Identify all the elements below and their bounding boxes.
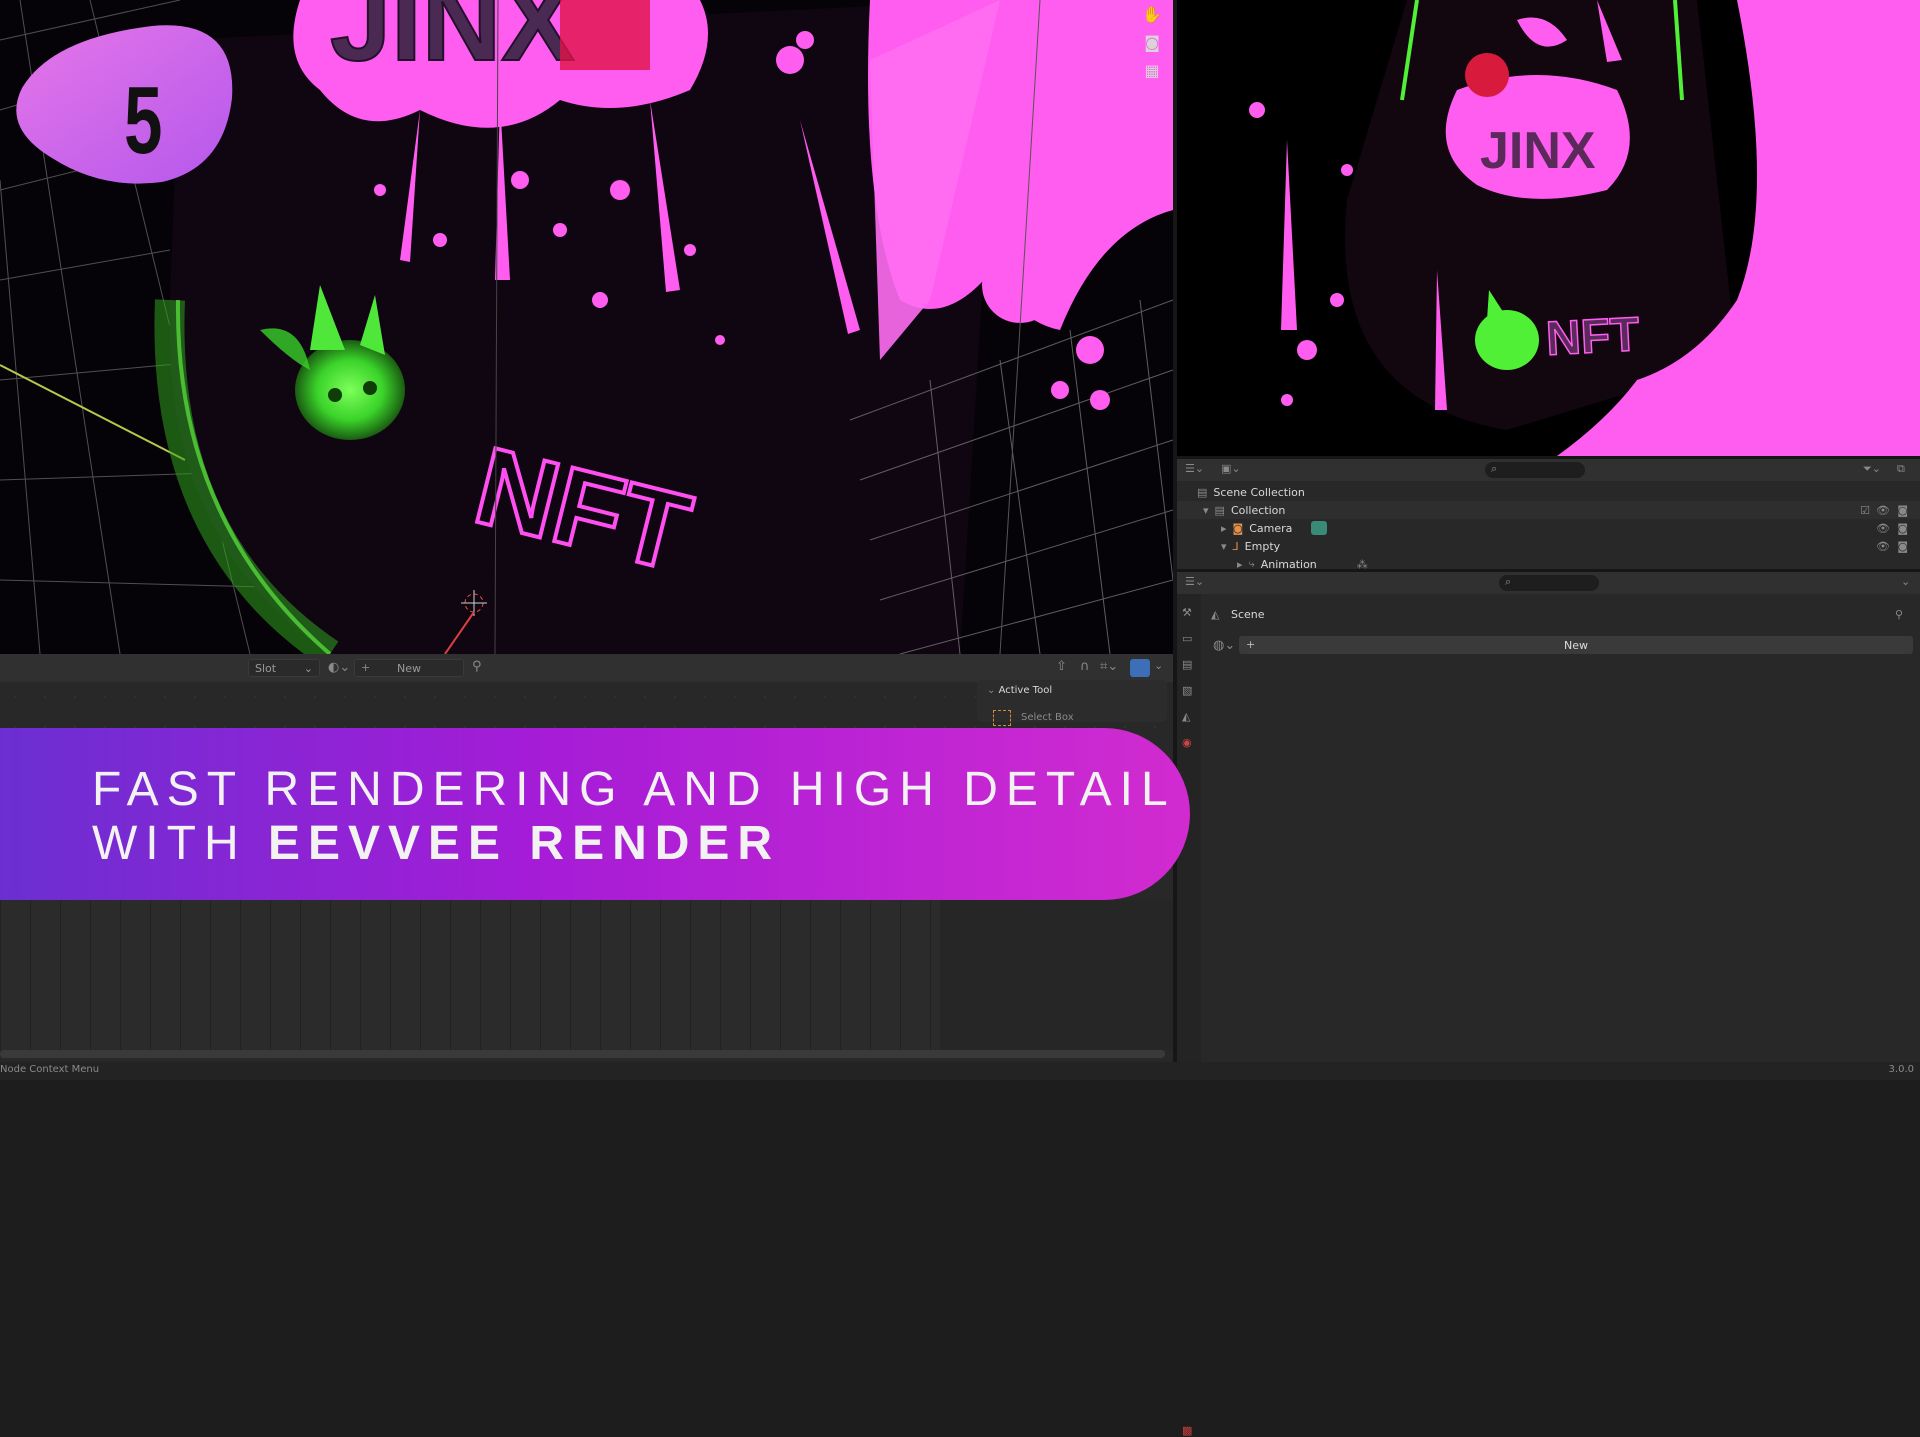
render-tab-icon[interactable]: ▭ [1182, 632, 1192, 645]
banner-line-2-highlight: EEVVEE RENDER [267, 817, 781, 870]
new-world-label: New [1564, 638, 1588, 652]
eye-icon[interactable]: 👁 [1876, 522, 1890, 535]
chevron-down-icon: ⌄ [303, 661, 313, 675]
collection-icon: ▤ [1214, 503, 1225, 517]
filter-icon[interactable]: ⏷⌄ [1863, 462, 1881, 476]
animation-icon: ⤷ [1248, 557, 1255, 569]
feature-banner: FAST RENDERING AND HIGH DETAIL WITH EEVV… [0, 728, 1190, 900]
outliner-tree: ▤ Scene Collection ▾ ▤ Collection ☑ 👁 ◙ … [1177, 481, 1920, 569]
timeline-strip[interactable] [0, 900, 940, 1050]
slot-dropdown[interactable]: Slot ⌄ [248, 659, 320, 677]
action-icon[interactable]: ⁂ [1357, 558, 1368, 570]
camera-jinx-text: JINX [1480, 122, 1596, 180]
new-material-button[interactable]: + New [354, 659, 464, 677]
active-tool-panel: ⌄ Active Tool Select Box [977, 680, 1167, 726]
select-box-tool-label[interactable]: Select Box [1021, 712, 1074, 723]
camera-icon[interactable]: ◙ [1897, 504, 1908, 517]
display-mode-icon[interactable]: ▣⌄ [1221, 462, 1241, 475]
step-badge: 5 [12, 18, 234, 184]
plus-icon: + [361, 661, 371, 674]
select-box-icon [993, 710, 1011, 726]
scene-tab-icon[interactable]: ◭ [1182, 710, 1190, 723]
new-collection-icon[interactable]: ⧉ [1897, 462, 1905, 476]
outliner-row-label: Animation [1260, 557, 1317, 570]
view-layer-tab-icon[interactable]: ▧ [1182, 684, 1192, 697]
world-tab-icon[interactable]: ◉ [1182, 736, 1192, 749]
editor-type-icon[interactable]: ☰⌄ [1185, 462, 1204, 475]
camera-nft-text: NFT [1545, 308, 1641, 366]
status-hint: Node Context Menu [0, 1064, 100, 1075]
checkbox-icon[interactable]: ☑ [1860, 504, 1870, 517]
disclosure-triangle-icon[interactable]: ▾ [1203, 504, 1209, 517]
banner-line-2: WITH EEVVEE RENDER [92, 816, 780, 871]
scene-name-label: Scene [1231, 608, 1265, 621]
new-material-label: New [397, 661, 421, 675]
search-icon: ⌕ [1505, 575, 1512, 588]
timeline-sidebar [940, 900, 1173, 1050]
active-tool-title: Active Tool [998, 685, 1053, 696]
scene-icon: ◭ [1211, 608, 1220, 621]
collection-icon: ▤ [1197, 485, 1208, 499]
camera-render: JINX NFT [1177, 0, 1920, 456]
disclosure-triangle-icon[interactable]: ▸ [1237, 558, 1243, 570]
new-world-button[interactable]: + New [1239, 636, 1913, 654]
snap-settings-icon[interactable]: ⌗⌄ [1100, 659, 1118, 674]
camera-icon[interactable]: ◙ [1897, 522, 1908, 535]
properties-body: ◭ Scene ⚲ ◍⌄ + New [1201, 594, 1920, 1062]
disclosure-triangle-icon[interactable]: ▸ [1221, 522, 1227, 535]
eye-icon[interactable]: 👁 [1876, 540, 1890, 553]
editor-type-icon[interactable]: ☰⌄ [1185, 575, 1204, 588]
banner-line-2-prefix: WITH [92, 817, 268, 870]
snap-icon[interactable]: ∩ [1080, 659, 1090, 674]
status-bar: Node Context Menu 3.0.0 [0, 1062, 1920, 1080]
eye-icon[interactable]: 👁 [1876, 504, 1890, 517]
outliner-row-animation[interactable]: ▸ ⤷ Animation ⁂ [1177, 555, 1920, 569]
overlay-toggle-icon[interactable] [1130, 659, 1150, 677]
texture-tab-icon[interactable]: ▩ [1182, 1424, 1192, 1437]
properties-search-input[interactable]: ⌕ [1499, 575, 1599, 591]
empty-object-icon: ⅃ [1232, 539, 1239, 553]
outliner-row-label: Scene Collection [1213, 485, 1305, 499]
outliner-search-input[interactable]: ⌕ [1485, 462, 1585, 478]
outliner-row-camera[interactable]: ▸ ◙ Camera 👁 ◙ [1177, 519, 1920, 537]
camera-icon[interactable]: ◙ [1140, 30, 1164, 54]
outliner-row-label: Empty [1244, 539, 1281, 553]
version-label: 3.0.0 [1888, 1064, 1914, 1075]
outliner-row-label: Collection [1230, 503, 1286, 517]
disclosure-triangle-icon[interactable]: ▾ [1221, 540, 1227, 553]
pin-icon[interactable]: ⚲ [472, 659, 482, 674]
overlay-dropdown-icon[interactable]: ⌄ [1154, 659, 1163, 672]
banner-line-1: FAST RENDERING AND HIGH DETAIL [92, 763, 1176, 816]
outliner-row-scene-collection[interactable]: ▤ Scene Collection [1177, 483, 1920, 501]
chevron-down-icon[interactable]: ⌄ [1901, 575, 1910, 588]
camera-object-icon: ◙ [1232, 521, 1244, 535]
parent-node-icon[interactable]: ⇧ [1056, 659, 1067, 674]
world-browse-icon[interactable]: ◍⌄ [1213, 638, 1235, 653]
pin-icon[interactable]: ⚲ [1895, 608, 1903, 621]
plus-icon: + [1246, 638, 1256, 651]
hand-icon[interactable]: ✋ [1140, 2, 1164, 26]
horizontal-scrollbar[interactable] [0, 1050, 1165, 1058]
grid-icon[interactable]: ▦ [1140, 58, 1164, 82]
camera-viewport[interactable]: JINX NFT [1177, 0, 1920, 456]
camera-icon[interactable]: ◙ [1897, 540, 1908, 553]
output-tab-icon[interactable]: ▤ [1182, 658, 1192, 671]
properties-header: ☰⌄ ⌕ ⌄ [1177, 572, 1920, 594]
camera-data-icon[interactable] [1311, 521, 1327, 535]
outliner-row-empty[interactable]: ▾ ⅃ Empty 👁 ◙ [1177, 537, 1920, 555]
step-number: 5 [124, 67, 163, 174]
active-tool-header[interactable]: ⌄ Active Tool [987, 685, 1052, 696]
outliner-header: ☰⌄ ▣⌄ ⌕ ⏷⌄ ⧉ [1177, 459, 1920, 481]
outliner-row-label: Camera [1249, 521, 1293, 535]
tool-tab-icon[interactable]: ⚒ [1182, 606, 1192, 619]
jinx-text-3d: JINX [330, 0, 575, 84]
chevron-down-icon: ⌄ [987, 685, 999, 696]
node-editor-header: Slot ⌄ ◐⌄ + New ⚲ ⇧ ∩ ⌗⌄ ⌄ [0, 654, 1173, 682]
material-type-icon[interactable]: ◐⌄ [328, 660, 350, 675]
outliner-row-collection[interactable]: ▾ ▤ Collection ☑ 👁 ◙ [1177, 501, 1920, 519]
badge-blob-shape [16, 25, 233, 184]
slot-label: Slot [255, 661, 277, 675]
search-icon: ⌕ [1491, 462, 1498, 475]
